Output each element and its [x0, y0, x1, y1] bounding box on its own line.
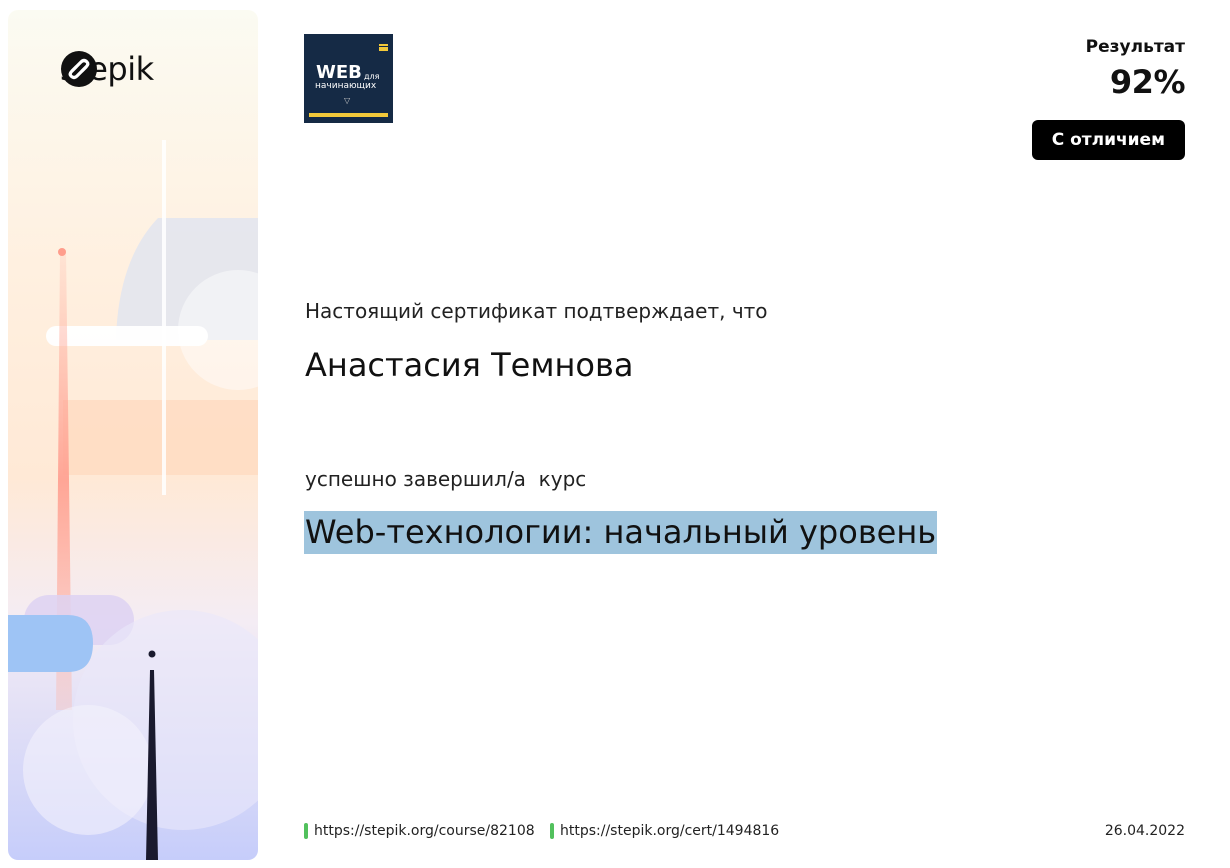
course-link[interactable]: https://stepik.org/course/82108	[304, 823, 535, 839]
result-value: 92%	[1109, 63, 1186, 101]
cert-url[interactable]: https://stepik.org/cert/1494816	[560, 823, 779, 839]
issue-date: 26.04.2022	[1104, 823, 1185, 839]
course-url[interactable]: https://stepik.org/course/82108	[314, 823, 535, 839]
badge-subtitle-2: начинающих	[315, 81, 377, 91]
decorative-side-panel: stepik	[8, 10, 258, 860]
link-marker	[550, 823, 554, 839]
menu-icon	[379, 44, 388, 51]
badge-accent-bar	[309, 113, 388, 117]
course-title: Web-технологии: начальный уровень	[304, 511, 938, 554]
course-badge: WEB для начинающих ▽	[304, 34, 393, 123]
link-marker	[304, 823, 308, 839]
badge-subtitle-1: для	[364, 72, 380, 81]
distinction-badge: С отличием	[1031, 120, 1185, 160]
triangle-icon: ▽	[344, 96, 351, 105]
stepik-logo-icon	[61, 51, 97, 87]
decorative-background-art	[8, 140, 258, 860]
stepik-logo: stepik	[60, 50, 154, 88]
recipient-name: Анастасия Темнова	[305, 346, 634, 384]
completed-text: успешно завершил/а курс	[305, 467, 587, 491]
result-label: Результат	[1085, 37, 1185, 57]
badge-title: WEB	[316, 62, 362, 83]
certificate-intro: Настоящий сертификат подтверждает, что	[305, 299, 768, 323]
cert-link[interactable]: https://stepik.org/cert/1494816	[550, 823, 779, 839]
